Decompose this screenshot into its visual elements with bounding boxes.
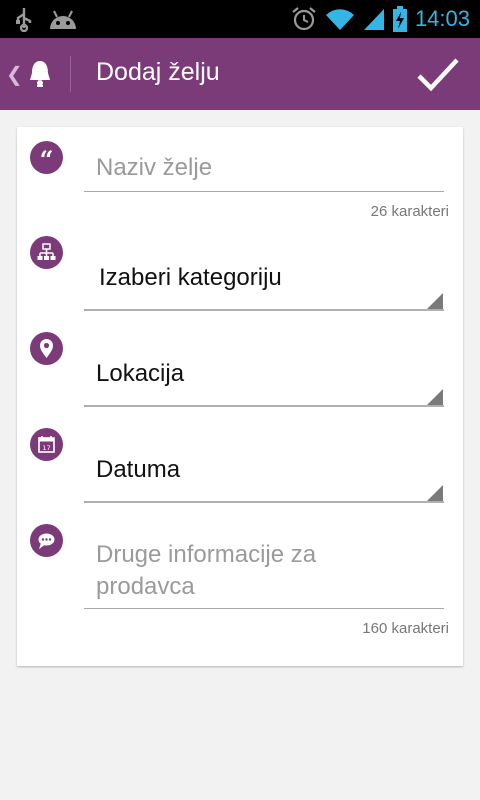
- page-title: Dodaj želju: [96, 58, 220, 86]
- date-value: Datuma: [96, 456, 181, 483]
- alarm-icon: [292, 7, 316, 31]
- location-pin-icon: [30, 332, 63, 365]
- wish-name-counter: 26 karakteri: [370, 203, 449, 220]
- dropdown-corner-icon: [426, 293, 443, 310]
- category-value: Izaberi kategoriju: [99, 264, 282, 291]
- calendar-icon: 17: [30, 428, 63, 461]
- action-bar: ❮ Dodaj želju: [0, 38, 480, 110]
- location-value: Lokacija: [96, 360, 185, 387]
- seller-info-counter: 160 karakteri: [362, 620, 449, 637]
- category-dropdown[interactable]: Izaberi kategoriju: [84, 255, 444, 311]
- dropdown-corner-icon: [426, 485, 443, 502]
- wish-name-field[interactable]: Naziv želje: [84, 149, 444, 193]
- category-underline: [84, 309, 444, 311]
- svg-text:17: 17: [42, 444, 50, 452]
- confirm-check-icon[interactable]: [416, 54, 460, 94]
- bell-app-icon[interactable]: [28, 58, 52, 88]
- location-dropdown[interactable]: Lokacija: [84, 351, 444, 407]
- clock-time: 14:03: [414, 6, 470, 31]
- hierarchy-icon: [30, 236, 63, 269]
- svg-text:“: “: [40, 145, 54, 174]
- back-chevron-icon[interactable]: ❮: [6, 62, 23, 86]
- android-icon: [50, 10, 76, 29]
- status-bar: 14:03: [0, 0, 480, 38]
- dropdown-corner-icon: [426, 389, 443, 406]
- wish-name-placeholder: Naziv želje: [96, 154, 213, 181]
- seller-info-field[interactable]: Druge informacije za prodavca: [84, 535, 444, 605]
- signal-icon: [363, 9, 384, 30]
- speech-bubble-icon: [30, 524, 63, 557]
- quote-icon: “: [30, 141, 63, 174]
- seller-info-underline: [84, 608, 444, 609]
- action-bar-divider: [70, 56, 71, 92]
- date-dropdown[interactable]: Datuma: [84, 447, 444, 503]
- wifi-icon: [325, 9, 354, 30]
- battery-charging-icon: [392, 6, 407, 32]
- seller-info-placeholder: Druge informacije za prodavca: [96, 541, 317, 600]
- wish-name-underline: [84, 191, 444, 192]
- date-underline: [84, 501, 444, 503]
- location-underline: [84, 405, 444, 407]
- usb-icon: [16, 8, 32, 32]
- wish-form-card: “ Naziv želje 26 karakteri Izaberi kateg…: [17, 127, 463, 666]
